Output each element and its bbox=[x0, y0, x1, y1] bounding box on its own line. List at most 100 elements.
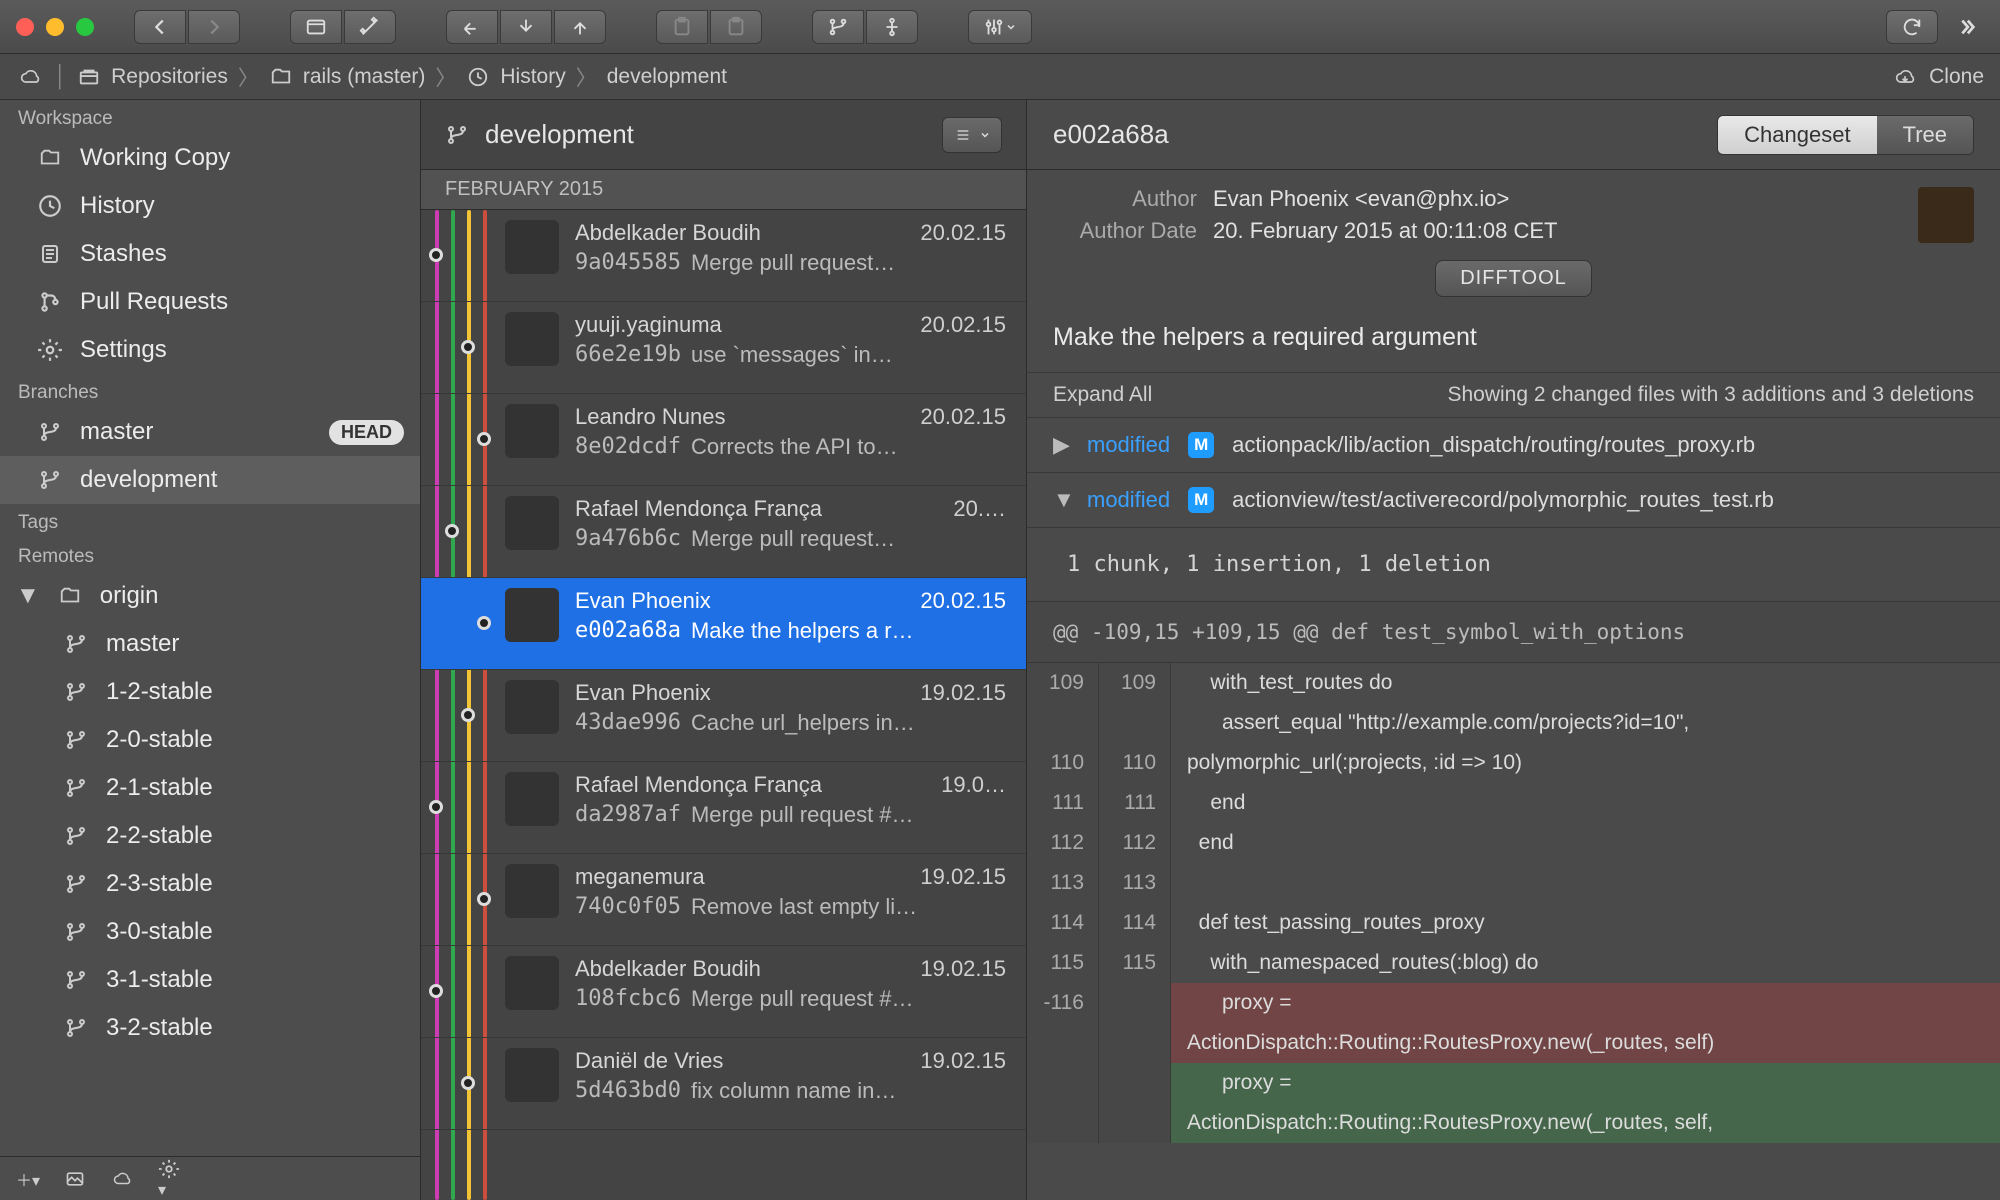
sidebar-branch-master[interactable]: master HEAD bbox=[0, 408, 420, 456]
sidebar-item-stashes[interactable]: Stashes bbox=[0, 230, 420, 278]
cloud-icon[interactable] bbox=[16, 67, 44, 87]
file-row[interactable]: ▶ modified M actionpack/lib/action_dispa… bbox=[1027, 418, 2000, 473]
author-value: Evan Phoenix <evan@phx.io> bbox=[1213, 186, 1894, 212]
commit-author: Evan Phoenix bbox=[575, 588, 711, 614]
code-line: ActionDispatch::Routing::RoutesProxy.new… bbox=[1171, 1023, 2000, 1063]
sidebar-item-settings[interactable]: Settings bbox=[0, 326, 420, 374]
toolbar-merge-button[interactable] bbox=[866, 10, 918, 44]
file-summary: Expand All Showing 2 changed files with … bbox=[1027, 372, 2000, 418]
nav-back-button[interactable] bbox=[134, 10, 186, 44]
sidebar-remote-branch-3-1-stable[interactable]: 3-1-stable bbox=[0, 956, 420, 1004]
window-controls bbox=[16, 18, 94, 36]
toolbar-settings-button[interactable] bbox=[968, 10, 1032, 44]
toolbar-stash-button[interactable] bbox=[656, 10, 708, 44]
chevron-right-icon: 〉 bbox=[435, 62, 456, 92]
new-line-number: 113 bbox=[1099, 863, 1171, 903]
toolbar-push-button[interactable] bbox=[554, 10, 606, 44]
minimize-window-button[interactable] bbox=[46, 18, 64, 36]
graph-dot bbox=[477, 892, 491, 906]
disclosure-triangle-icon: ▼ bbox=[16, 582, 40, 610]
breadcrumb-history[interactable]: History bbox=[466, 65, 565, 89]
sidebar-branch-development[interactable]: development bbox=[0, 456, 420, 504]
branch-icon bbox=[62, 1016, 90, 1040]
diff-line: 109 109 with_test_routes do bbox=[1027, 663, 2000, 703]
code-line: with_test_routes do bbox=[1171, 663, 2000, 703]
breadcrumb-label: rails (master) bbox=[303, 65, 426, 89]
commit-message: fix column name in… bbox=[691, 1078, 896, 1104]
sidebar-remote-origin[interactable]: ▼ origin bbox=[0, 572, 420, 620]
maximize-window-button[interactable] bbox=[76, 18, 94, 36]
commit-sha-short: 5d463bd0 bbox=[575, 1078, 681, 1104]
nav-forward-button[interactable] bbox=[188, 10, 240, 44]
sidebar-item-history[interactable]: History bbox=[0, 182, 420, 230]
sidebar-remote-branch-master[interactable]: master bbox=[0, 620, 420, 668]
seg-changeset[interactable]: Changeset bbox=[1718, 116, 1876, 154]
sidebar-remote-branch-3-2-stable[interactable]: 3-2-stable bbox=[0, 1004, 420, 1052]
commit-row[interactable]: Abdelkader Boudih20.02.15 9a045585Merge … bbox=[421, 210, 1026, 302]
commit-message: Merge pull request #… bbox=[691, 802, 914, 828]
file-row[interactable]: ▼ modified M actionview/test/activerecor… bbox=[1027, 473, 2000, 528]
sidebar-remote-branch-2-1-stable[interactable]: 2-1-stable bbox=[0, 764, 420, 812]
toolbar-overflow-button[interactable] bbox=[1948, 10, 1984, 44]
sidebar-remote-branch-2-0-stable[interactable]: 2-0-stable bbox=[0, 716, 420, 764]
new-line-number: 109 bbox=[1099, 663, 1171, 703]
toolbar-fetch-button[interactable] bbox=[446, 10, 498, 44]
old-line-number bbox=[1027, 703, 1099, 743]
commit-row[interactable]: Evan Phoenix19.02.15 43dae996Cache url_h… bbox=[421, 670, 1026, 762]
chevron-right-icon: 〉 bbox=[238, 62, 259, 92]
seg-tree[interactable]: Tree bbox=[1877, 116, 1973, 154]
sidebar-remote-branch-1-2-stable[interactable]: 1-2-stable bbox=[0, 668, 420, 716]
breadcrumb-repositories[interactable]: Repositories bbox=[77, 65, 228, 89]
sidebar-item-label: Stashes bbox=[80, 240, 167, 268]
toolbar-unstash-button[interactable] bbox=[710, 10, 762, 44]
commit-message: Make the helpers a r… bbox=[691, 618, 914, 644]
sidebar-remote-branch-3-0-stable[interactable]: 3-0-stable bbox=[0, 908, 420, 956]
commit-row[interactable]: yuuji.yaginuma20.02.15 66e2e19buse `mess… bbox=[421, 302, 1026, 394]
close-window-button[interactable] bbox=[16, 18, 34, 36]
commit-row[interactable]: Rafael Mendonça França20.… 9a476b6cMerge… bbox=[421, 486, 1026, 578]
main-content: Workspace Working Copy History Stashes P… bbox=[0, 100, 2000, 1200]
toolbar-pull-button[interactable] bbox=[500, 10, 552, 44]
commit-row[interactable]: meganemura19.02.15 740c0f05Remove last e… bbox=[421, 854, 1026, 946]
list-view-toggle[interactable] bbox=[942, 117, 1002, 153]
code-line: end bbox=[1171, 783, 2000, 823]
commit-author: Rafael Mendonça França bbox=[575, 496, 822, 522]
branch-icon bbox=[62, 632, 90, 656]
diff-line: assert_equal "http://example.com/project… bbox=[1027, 703, 2000, 743]
image-icon[interactable] bbox=[64, 1169, 86, 1189]
commit-sha: e002a68a bbox=[1053, 119, 1717, 150]
difftool-button[interactable]: DIFFTOOL bbox=[1435, 260, 1592, 297]
toolbar-wand-button[interactable] bbox=[344, 10, 396, 44]
avatar bbox=[505, 1048, 559, 1102]
diff-line: 112 112 end bbox=[1027, 823, 2000, 863]
code-line: proxy = bbox=[1171, 1063, 2000, 1103]
commit-row[interactable]: Evan Phoenix20.02.15 e002a68aMake the he… bbox=[421, 578, 1026, 670]
commit-row[interactable]: Rafael Mendonça França19.0… da2987afMerg… bbox=[421, 762, 1026, 854]
clone-button[interactable]: Clone bbox=[1891, 65, 1984, 89]
code-line: end bbox=[1171, 823, 2000, 863]
sidebar-section-branches: Branches bbox=[0, 374, 420, 408]
expand-all-link[interactable]: Expand All bbox=[1053, 383, 1152, 407]
sidebar-remote-branch-2-3-stable[interactable]: 2-3-stable bbox=[0, 860, 420, 908]
add-button[interactable]: ＋▾ bbox=[16, 1167, 40, 1191]
commit-row[interactable]: Abdelkader Boudih19.02.15 108fcbc6Merge … bbox=[421, 946, 1026, 1038]
sidebar-item-pull-requests[interactable]: Pull Requests bbox=[0, 278, 420, 326]
breadcrumb-branch[interactable]: development bbox=[607, 65, 727, 89]
toolbar-branch-button[interactable] bbox=[812, 10, 864, 44]
breadcrumb-repo[interactable]: rails (master) bbox=[269, 65, 426, 89]
toolbar-refresh-button[interactable] bbox=[1886, 10, 1938, 44]
file-path: actionview/test/activerecord/polymorphic… bbox=[1232, 487, 1774, 513]
commit-row[interactable]: Leandro Nunes20.02.15 8e02dcdfCorrects t… bbox=[421, 394, 1026, 486]
commit-pane: development FEBRUARY 2015 Abdelkader Bou… bbox=[421, 100, 1027, 1200]
commit-row[interactable]: Daniël de Vries19.02.15 5d463bd0fix colu… bbox=[421, 1038, 1026, 1130]
diff-line: proxy = bbox=[1027, 1063, 2000, 1103]
branch-icon bbox=[62, 872, 90, 896]
sidebar-icon bbox=[36, 146, 64, 170]
toolbar-button-1[interactable] bbox=[290, 10, 342, 44]
sidebar-item-label: History bbox=[80, 192, 155, 220]
sidebar-item-working-copy[interactable]: Working Copy bbox=[0, 134, 420, 182]
sidebar-remote-branch-2-2-stable[interactable]: 2-2-stable bbox=[0, 812, 420, 860]
commit-author: yuuji.yaginuma bbox=[575, 312, 722, 338]
gear-icon[interactable]: ▾ bbox=[158, 1158, 180, 1200]
cloud-status-icon[interactable] bbox=[110, 1170, 134, 1188]
